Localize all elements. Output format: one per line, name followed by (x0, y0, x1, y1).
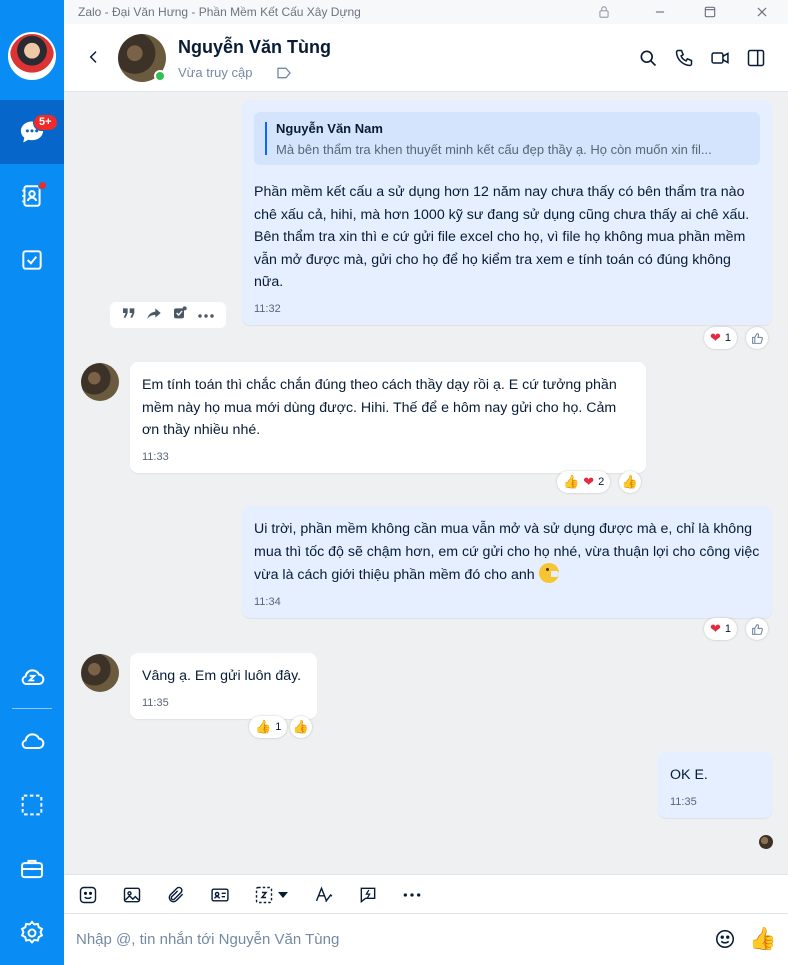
composer: 👍 (64, 914, 788, 965)
heart-icon: ❤ (583, 474, 595, 489)
thumbs-up-icon: 👍 (255, 719, 272, 734)
quick-like-button[interactable]: 👍 (749, 926, 776, 952)
sidebar-item-toolbox[interactable] (0, 837, 64, 901)
sidebar-item-zcloud[interactable] (0, 645, 64, 709)
search-icon[interactable] (636, 46, 660, 70)
message-time: 11:35 (670, 795, 697, 808)
message-time: 11:32 (254, 302, 281, 315)
heart-icon: ❤ (710, 621, 721, 636)
back-arrow-icon[interactable] (86, 48, 102, 71)
thumbs-up-outline-icon (751, 332, 763, 344)
message-bubble-incoming[interactable]: Vâng ạ. Em gửi luôn đây. 11:35 (130, 653, 317, 719)
tag-icon[interactable] (276, 66, 292, 85)
contact-card-icon[interactable] (208, 883, 232, 907)
quote-author: Nguyễn Văn Nam (276, 121, 383, 136)
thumbs-up-icon: 👍 (621, 474, 639, 489)
message-actions-bar (110, 302, 226, 328)
more-options-icon[interactable] (400, 883, 424, 907)
sidebar-item-todo[interactable] (0, 228, 64, 292)
emoji-icon[interactable] (714, 928, 736, 955)
task-icon[interactable] (172, 305, 188, 326)
chat-header: Nguyễn Văn Tùng Vừa truy cập (64, 24, 788, 92)
message-bubble-outgoing[interactable]: OK E. 11:35 (658, 752, 772, 818)
message-bubble-outgoing[interactable]: Ui trời, phần mềm không cần mua vẫn mở v… (242, 506, 772, 618)
sidebar-item-contacts[interactable] (0, 164, 64, 228)
message-list[interactable]: Nguyễn Văn Nam Mà bên thẩm tra khen thuy… (64, 92, 788, 874)
thumbs-up-outline-icon (751, 623, 763, 635)
screenshot-icon (21, 794, 43, 816)
reaction-summary[interactable]: ❤ 1 (704, 618, 738, 640)
message-time: 11:35 (142, 696, 169, 709)
message-text: Ui trời, phần mềm không cần mua vẫn mở v… (254, 518, 760, 587)
quote-icon[interactable] (121, 306, 137, 325)
sidebar-item-screenshot[interactable] (0, 773, 64, 837)
video-call-icon[interactable] (708, 46, 732, 70)
sidebar-toggle-icon[interactable] (744, 46, 768, 70)
unread-badge: 5+ (33, 114, 58, 131)
attachment-icon[interactable] (164, 883, 188, 907)
user-avatar[interactable] (8, 32, 56, 80)
thumbs-up-icon: 👍 (292, 719, 310, 734)
sidebar: 5+ (0, 0, 64, 965)
window-title: Zalo - Đại Văn Hưng - Phần Mềm Kết Cấu X… (78, 5, 361, 19)
sticker-icon[interactable] (76, 883, 100, 907)
message-text: OK E. (670, 767, 708, 783)
reaction-summary[interactable]: 👍 ❤ 2 (557, 471, 611, 493)
quoted-message[interactable]: Nguyễn Văn Nam Mà bên thẩm tra khen thuy… (254, 112, 760, 165)
briefcase-icon (21, 859, 43, 879)
add-reaction-button[interactable]: 👍 (290, 716, 312, 738)
composer-toolbar (64, 874, 788, 914)
reaction-summary[interactable]: ❤ 1 (704, 327, 738, 349)
quick-message-icon[interactable] (356, 883, 380, 907)
add-reaction-button[interactable] (746, 327, 768, 349)
sidebar-item-messages[interactable]: 5+ (0, 100, 64, 164)
seen-indicator-avatar (759, 835, 773, 849)
minimize-icon[interactable] (652, 4, 668, 20)
chevron-down-icon[interactable] (276, 883, 290, 907)
reaction-count: 1 (275, 721, 282, 733)
message-time: 11:33 (142, 450, 169, 463)
image-icon[interactable] (120, 883, 144, 907)
close-icon[interactable] (754, 4, 770, 20)
message-text: Em tính toán thì chắc chắn đúng theo các… (142, 377, 617, 439)
cloud-icon (21, 733, 45, 749)
reaction-summary[interactable]: 👍 1 (249, 716, 288, 738)
sidebar-item-cloud[interactable] (0, 709, 64, 773)
add-reaction-button[interactable]: 👍 (619, 471, 641, 493)
share-icon[interactable] (146, 306, 162, 325)
contact-name[interactable]: Nguyễn Văn Tùng (178, 37, 331, 58)
message-bubble-incoming[interactable]: Em tính toán thì chắc chắn đúng theo các… (130, 362, 646, 473)
online-status-dot (154, 70, 166, 82)
add-reaction-button[interactable] (746, 618, 768, 640)
quote-text: Mà bên thẩm tra khen thuyết minh kết cấu… (276, 142, 712, 157)
message-text: Phần mềm kết cấu a sử dụng hơn 12 năm na… (254, 184, 750, 291)
heart-icon: ❤ (710, 330, 721, 345)
reaction-count: 2 (598, 476, 605, 488)
reaction-count: 1 (724, 332, 732, 344)
todo-icon (22, 250, 42, 270)
settings-icon (20, 920, 44, 944)
notification-dot (38, 181, 47, 190)
message-time: 11:34 (254, 595, 281, 608)
thumbs-up-icon: 👍 (563, 474, 580, 489)
laughing-emoji-icon (538, 563, 559, 584)
message-text-content: Ui trời, phần mềm không cần mua vẫn mở v… (254, 521, 760, 584)
sidebar-item-settings[interactable] (0, 901, 64, 965)
zcloud-icon (21, 669, 45, 685)
lock-icon[interactable] (596, 4, 612, 20)
screenshot-capture-icon[interactable] (252, 883, 276, 907)
window-titlebar: Zalo - Đại Văn Hưng - Phần Mềm Kết Cấu X… (64, 0, 788, 24)
sender-avatar[interactable] (81, 363, 119, 401)
message-text: Vâng ạ. Em gửi luôn đây. (142, 668, 302, 684)
reaction-count: 1 (724, 623, 732, 635)
text-format-icon[interactable] (312, 883, 336, 907)
message-bubble-outgoing[interactable]: Nguyễn Văn Nam Mà bên thẩm tra khen thuy… (242, 100, 772, 325)
contact-status: Vừa truy cập (178, 65, 253, 80)
maximize-icon[interactable] (702, 4, 718, 20)
more-icon[interactable] (197, 306, 215, 324)
message-input[interactable] (76, 926, 696, 952)
sender-avatar[interactable] (81, 654, 119, 692)
phone-icon[interactable] (672, 46, 696, 70)
